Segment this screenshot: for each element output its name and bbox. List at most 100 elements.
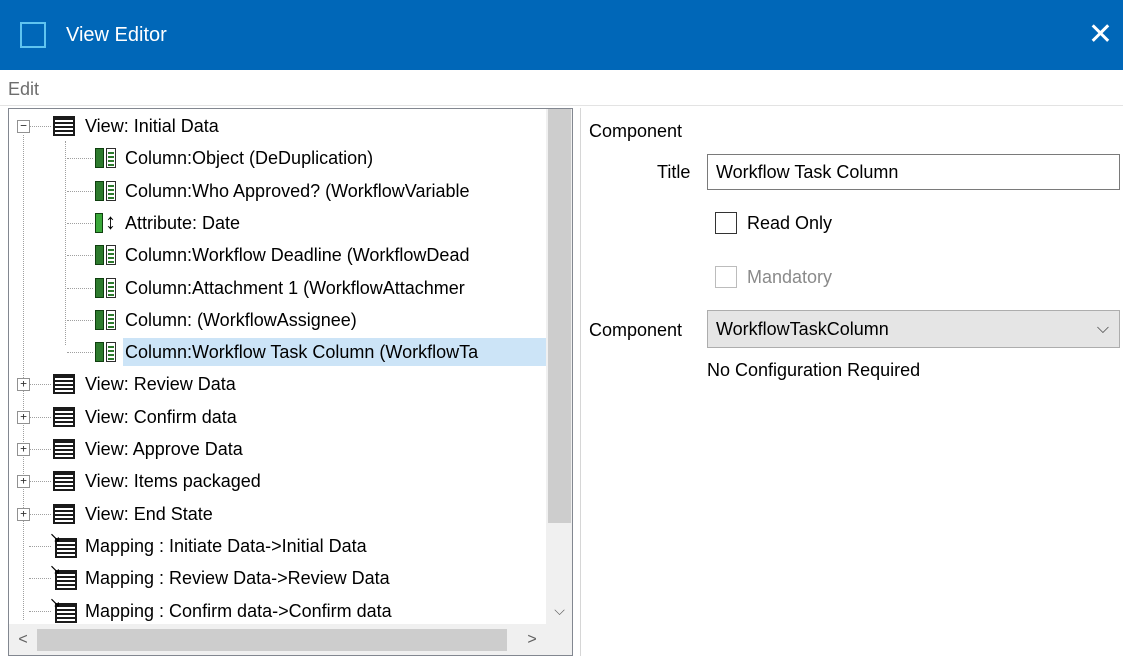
app-window-icon: [20, 22, 46, 48]
read-only-checkbox[interactable]: [715, 212, 737, 234]
mandatory-checkbox-row: Mandatory: [715, 265, 875, 291]
mandatory-label: Mandatory: [747, 267, 833, 287]
vertical-scrollbar[interactable]: ⌵: [546, 109, 572, 624]
scroll-left-icon[interactable]: <: [9, 624, 37, 655]
tree-item-label: Column:Object (DeDuplication): [125, 148, 374, 169]
expand-icon[interactable]: +: [17, 443, 30, 456]
tree-item-label: Mapping : Confirm data->Confirm data: [85, 600, 392, 621]
tree-guide-line: [67, 255, 93, 257]
column-icon: [95, 245, 117, 266]
tree-item-label: View: Initial Data: [85, 116, 219, 136]
scroll-right-icon[interactable]: >: [518, 624, 546, 655]
title-bar: View Editor ✕: [0, 0, 1123, 70]
scroll-corner: [546, 624, 572, 655]
tree-guide-line: [29, 513, 51, 515]
tree-guide-line: [67, 158, 93, 160]
expand-icon[interactable]: +: [17, 378, 30, 392]
column-icon: [95, 277, 117, 298]
tree-item-label: Column: (WorkflowAssignee): [125, 309, 357, 330]
tree-item-label: View: Confirm data: [85, 406, 237, 427]
attribute-icon: ↕: [95, 209, 117, 234]
tree-guide-line: [29, 545, 51, 547]
tree-item-column[interactable]: Column:Who Approved? (WorkflowVariable: [9, 176, 546, 206]
list-icon: [53, 116, 75, 136]
tree-item-mapping[interactable]: ↘ Mapping : Confirm data->Confirm data: [9, 595, 546, 625]
horizontal-scroll-thumb[interactable]: [37, 629, 507, 651]
tree-item-view[interactable]: + View: Items packaged: [9, 466, 546, 496]
expand-icon[interactable]: +: [17, 507, 30, 521]
component-header: Component: [589, 121, 683, 141]
read-only-label: Read Only: [747, 213, 833, 233]
tree-guide-line: [67, 287, 93, 289]
view-tree-panel: − View: Initial Data Column:Object (DeDupl…: [8, 108, 573, 656]
title-input[interactable]: [707, 154, 1120, 190]
chevron-down-icon: ⌵: [1096, 320, 1109, 337]
tree-item-view[interactable]: + View: Review Data: [9, 369, 546, 399]
collapse-icon[interactable]: −: [17, 120, 30, 133]
vertical-scroll-thumb[interactable]: [548, 109, 571, 523]
tree-guide-line: [29, 610, 51, 612]
tree-item-label: Column:Attachment 1 (WorkflowAttachmer: [125, 277, 465, 298]
tree-item-label: Mapping : Initiate Data->Initial Data: [85, 535, 367, 556]
tree-guide-line: [67, 190, 93, 192]
tree-guide-line: [29, 126, 51, 127]
tree-item-label: View: End State: [85, 503, 213, 524]
config-note: No Configuration Required: [707, 360, 921, 380]
tree-item-column[interactable]: ↕ Attribute: Date: [9, 208, 546, 238]
tree-item-label: Column:Who Approved? (WorkflowVariable: [125, 180, 470, 201]
mandatory-checkbox: [715, 266, 737, 288]
tree-item-mapping[interactable]: ↘ Mapping : Initiate Data->Initial Data: [9, 530, 546, 561]
menu-bar: Edit: [0, 70, 1123, 106]
tree-guide-line: [67, 319, 93, 321]
tree-guide-line: [29, 481, 51, 483]
mapping-icon: ↘: [49, 562, 77, 591]
tree-item-label: Column:Workflow Task Column (WorkflowTa: [123, 338, 546, 367]
tree-guide-line: [67, 222, 93, 224]
tree-item-view[interactable]: + View: End State: [9, 499, 546, 529]
expand-icon[interactable]: +: [17, 410, 30, 424]
mapping-icon: ↘: [49, 530, 77, 558]
component-label: Component: [589, 320, 683, 340]
list-icon: [53, 503, 75, 524]
title-label: Title: [657, 162, 691, 182]
expand-icon[interactable]: +: [17, 475, 30, 489]
window-title: View Editor: [66, 24, 167, 46]
tree-guide-line: [29, 449, 51, 450]
tree-item-column[interactable]: Column:Attachment 1 (WorkflowAttachmer: [9, 273, 546, 303]
tree-item-label: Column:Workflow Deadline (WorkflowDead: [125, 245, 470, 266]
tree-guide-line: [29, 416, 51, 418]
column-icon: [95, 180, 117, 201]
panel-splitter[interactable]: [573, 108, 581, 656]
tree-guide-line: [67, 352, 93, 354]
component-select-value: WorkflowTaskColumn: [716, 319, 889, 339]
tree-item-mapping[interactable]: ↘ Mapping : Review Data->Review Data: [9, 562, 546, 593]
view-tree: − View: Initial Data Column:Object (DeDupl…: [9, 109, 546, 624]
tree-item-view[interactable]: + View: Confirm data: [9, 402, 546, 432]
column-icon: [95, 309, 117, 330]
horizontal-scrollbar[interactable]: < >: [9, 624, 546, 655]
component-panel: Component Title Read Only Mandatory Comp…: [581, 108, 1123, 656]
mapping-icon: ↘: [49, 595, 77, 623]
menu-edit[interactable]: Edit: [8, 78, 39, 100]
tree-guide-line: [29, 578, 51, 580]
list-icon: [53, 471, 75, 492]
list-icon: [53, 406, 75, 427]
tree-item-view[interactable]: + View: Approve Data: [9, 434, 546, 464]
read-only-checkbox-row[interactable]: Read Only: [715, 211, 875, 237]
column-icon: [95, 342, 117, 363]
tree-item-column[interactable]: Column:Workflow Deadline (WorkflowDead: [9, 240, 546, 270]
tree-item-label: View: Items packaged: [85, 471, 261, 492]
close-button[interactable]: ✕: [1078, 0, 1123, 70]
tree-item-label: Mapping : Review Data->Review Data: [85, 568, 390, 589]
tree-item-view[interactable]: − View: Initial Data: [9, 111, 546, 141]
tree-item-label: View: Approve Data: [85, 439, 243, 459]
tree-item-label: Attribute: Date: [125, 212, 241, 233]
tree-item-column[interactable]: Column:Object (DeDuplication): [9, 143, 546, 173]
scroll-down-icon[interactable]: ⌵: [546, 596, 572, 624]
tree-item-label: View: Review Data: [85, 374, 236, 395]
list-icon: [53, 374, 75, 395]
tree-item-column[interactable]: Column: (WorkflowAssignee): [9, 305, 546, 335]
tree-guide-line: [29, 384, 51, 386]
tree-item-column[interactable]: Column:Workflow Task Column (WorkflowTa: [9, 337, 546, 367]
component-select[interactable]: WorkflowTaskColumn ⌵: [707, 310, 1120, 348]
